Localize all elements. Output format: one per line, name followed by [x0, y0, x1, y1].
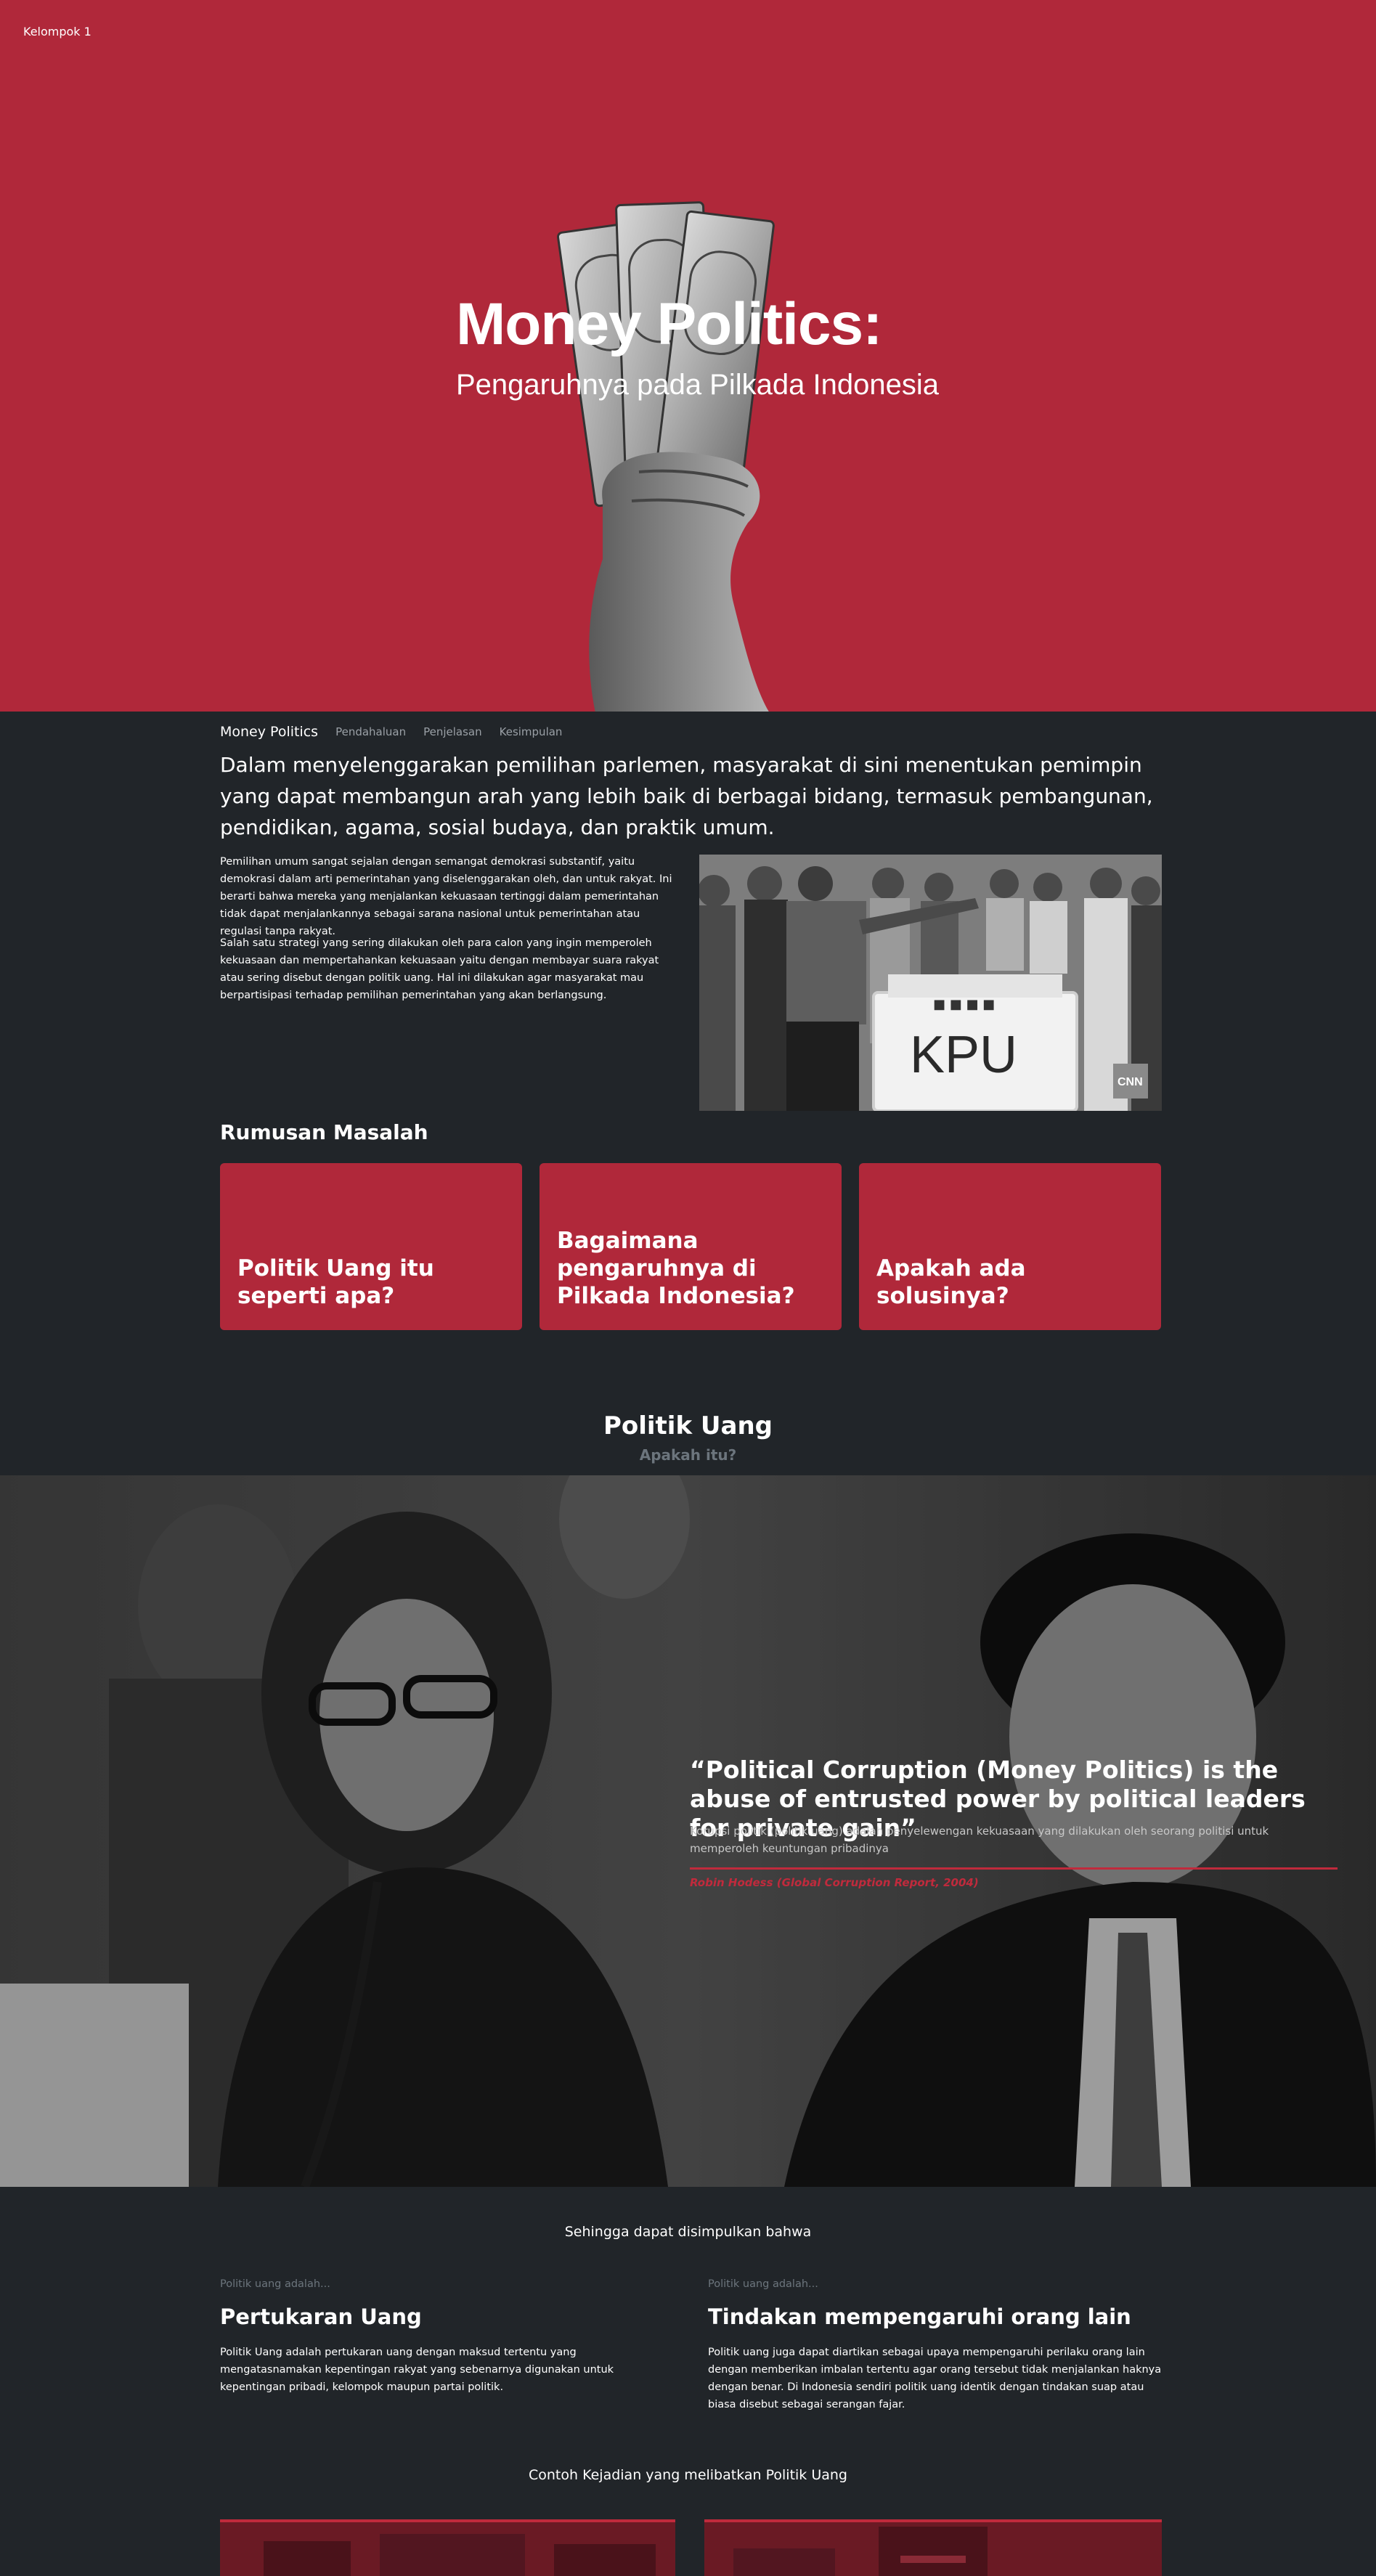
quote-source: Robin Hodess (Global Corruption Report, … — [690, 1876, 979, 1889]
politik-uang-title: Politik Uang — [603, 1411, 773, 1440]
example-thumbnail[interactable] — [220, 2519, 675, 2576]
nav-link-penjelasan[interactable]: Penjelasan — [423, 725, 482, 738]
rumusan-card-text: Apakah ada solusinya? — [876, 1255, 1026, 1309]
quote-divider — [690, 1867, 1338, 1870]
nav-link-pendahuluan[interactable]: Pendahaluan — [335, 725, 406, 738]
rumusan-title: Rumusan Masalah — [220, 1120, 428, 1144]
rumusan-cards: Politik Uang itu seperti apa? Bagaimana … — [220, 1163, 1161, 1330]
column-kicker: Politik uang adalah... — [220, 2278, 330, 2290]
intro-paragraph: Salah satu strategi yang sering dilakuka… — [220, 937, 659, 1001]
rumusan-card[interactable]: Bagaimana pengaruhnya di Pilkada Indones… — [540, 1163, 842, 1330]
rumusan-card-text: Bagaimana pengaruhnya di Pilkada Indones… — [557, 1228, 795, 1309]
column-body: Politik Uang adalah pertukaran uang deng… — [220, 2347, 614, 2393]
hero-title: Money Politics: — [456, 291, 882, 357]
nav-brand[interactable]: Money Politics — [220, 724, 318, 740]
rumusan-card[interactable]: Apakah ada solusinya? — [859, 1163, 1161, 1330]
column-heading: Pertukaran Uang — [220, 2304, 422, 2329]
intro-paragraph: Pemilihan umum sangat sejalan dengan sem… — [220, 856, 672, 937]
cnn-watermark: CNN — [1118, 1076, 1143, 1088]
column-heading: Tindakan mempengaruhi orang lain — [708, 2304, 1131, 2329]
svg-text:■ ■ ■ ■: ■ ■ ■ ■ — [933, 997, 995, 1012]
conclusion-title: Sehingga dapat disimpulkan bahwa — [564, 2224, 812, 2240]
hero-section: Kelompok 1 Money Politics: Pengaruhnya p… — [0, 0, 1376, 712]
politik-uang-subtitle: Apakah itu? — [639, 1446, 737, 1464]
money-hand-image — [556, 201, 775, 712]
quote-translation: Korupsi politik (politik uang) adalah pe… — [690, 1825, 1269, 1855]
conclusion-column: Politik uang adalah... Tindakan mempenga… — [708, 2278, 1165, 2413]
example-thumbnail[interactable] — [704, 2519, 1162, 2576]
rumusan-card[interactable]: Politik Uang itu seperti apa? — [220, 1163, 522, 1330]
kpu-ballot-photo: ■ ■ ■ ■ KPU CNN — [699, 855, 1162, 1111]
intro-lead: Dalam menyelenggarakan pemilihan parleme… — [220, 753, 1153, 839]
column-kicker: Politik uang adalah... — [708, 2278, 818, 2290]
column-body: Politik uang juga dapat diartikan sebaga… — [708, 2347, 1162, 2410]
kpu-box-label: KPU — [910, 1026, 1017, 1084]
contoh-title: Contoh Kejadian yang melibatkan Politik … — [529, 2467, 847, 2483]
nav-link-kesimpulan[interactable]: Kesimpulan — [500, 725, 563, 738]
brand-link[interactable]: Kelompok 1 — [23, 25, 91, 38]
section-nav: Money Politics Pendahaluan Penjelasan Ke… — [220, 721, 562, 743]
hero-subtitle: Pengaruhnya pada Pilkada Indonesia — [456, 369, 939, 401]
rumusan-card-text: Politik Uang itu seperti apa? — [237, 1255, 434, 1309]
conclusion-column: Politik uang adalah... Pertukaran Uang P… — [220, 2278, 677, 2396]
